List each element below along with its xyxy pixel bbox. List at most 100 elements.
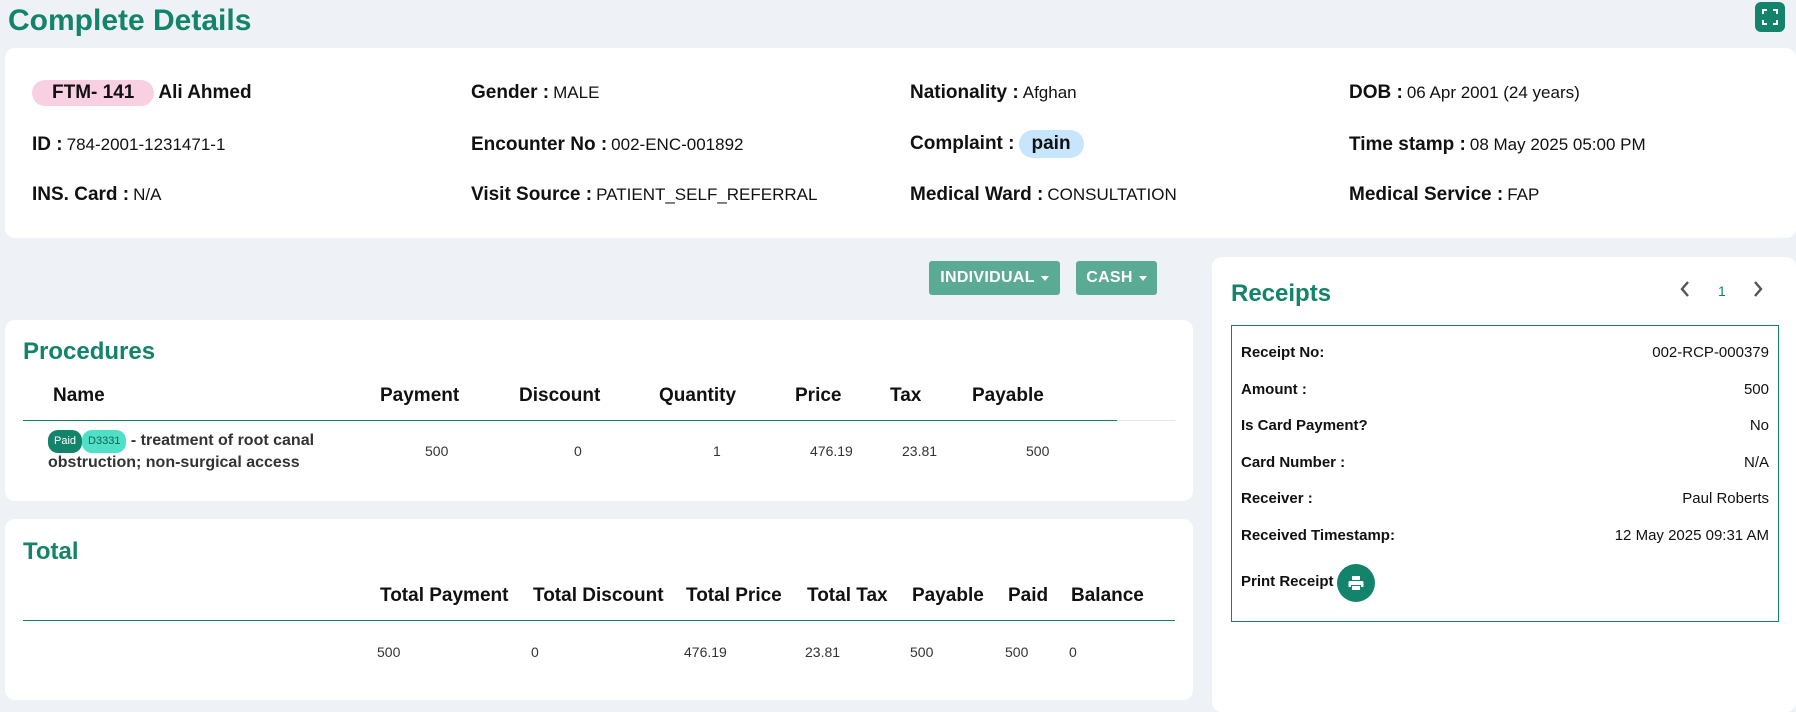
individual-dropdown-button[interactable]: INDIVIDUAL bbox=[929, 261, 1060, 295]
ins-card-label: INS. Card : bbox=[32, 184, 130, 205]
total-discount-value: 0 bbox=[531, 644, 539, 660]
patient-name: Ali Ahmed bbox=[158, 82, 252, 103]
total-balance-value: 0 bbox=[1069, 644, 1077, 660]
medical-service-field: Medical Service : FAP bbox=[1349, 184, 1539, 206]
encounter-label: Encounter No : bbox=[471, 134, 608, 155]
col-price: Price bbox=[795, 385, 842, 406]
col-total-discount: Total Discount bbox=[533, 585, 664, 606]
print-receipt-label: Print Receipt bbox=[1241, 573, 1334, 590]
total-tax-value: 23.81 bbox=[805, 644, 841, 660]
expand-button[interactable] bbox=[1755, 2, 1785, 32]
procedures-header-divider-tail bbox=[1117, 420, 1175, 421]
amount-value: 500 bbox=[1743, 381, 1769, 398]
receiver-value: Paul Roberts bbox=[1682, 490, 1769, 507]
nationality-field: Nationality : Afghan bbox=[910, 82, 1077, 104]
receipt-no-value: 002-RCP-000379 bbox=[1652, 344, 1769, 361]
visit-source-label: Visit Source : bbox=[471, 184, 593, 205]
page-header: Complete Details bbox=[0, 0, 1796, 46]
procedure-payable: 500 bbox=[1026, 443, 1050, 459]
medical-ward-value: CONSULTATION bbox=[1047, 185, 1177, 204]
total-paid-value: 500 bbox=[1005, 644, 1029, 660]
timestamp-field: Time stamp : 08 May 2025 05:00 PM bbox=[1349, 134, 1646, 156]
received-timestamp-label: Received Timestamp: bbox=[1241, 527, 1395, 544]
col-total-payable: Payable bbox=[912, 585, 984, 606]
procedure-quantity: 1 bbox=[713, 443, 721, 459]
caret-down-icon bbox=[1040, 275, 1049, 281]
procedures-title: Procedures bbox=[23, 338, 156, 365]
col-total-paid: Paid bbox=[1008, 585, 1049, 606]
col-tax: Tax bbox=[890, 385, 922, 406]
expand-icon bbox=[1762, 9, 1778, 25]
timestamp-label: Time stamp : bbox=[1349, 134, 1466, 155]
procedures-card bbox=[5, 320, 1193, 501]
card-number-value: N/A bbox=[1743, 454, 1769, 471]
col-total-payment: Total Payment bbox=[380, 585, 509, 606]
col-total-tax: Total Tax bbox=[807, 585, 888, 606]
procedure-payment: 500 bbox=[425, 443, 449, 459]
total-price-value: 476.19 bbox=[684, 644, 727, 660]
id-label: ID : bbox=[32, 134, 63, 155]
timestamp-value: 08 May 2025 05:00 PM bbox=[1469, 135, 1646, 154]
nationality-value: Afghan bbox=[1022, 83, 1077, 102]
mrn-badge: FTM- 141 bbox=[32, 80, 155, 106]
is-card-payment-label: Is Card Payment? bbox=[1241, 417, 1368, 434]
nationality-label: Nationality : bbox=[910, 82, 1019, 103]
gender-label: Gender : bbox=[471, 82, 550, 103]
cash-dropdown-button[interactable]: CASH bbox=[1076, 261, 1157, 295]
ins-card-value: N/A bbox=[133, 185, 162, 204]
gender-value: MALE bbox=[553, 83, 600, 102]
caret-down-icon bbox=[1138, 275, 1147, 281]
medical-service-label: Medical Service : bbox=[1349, 184, 1504, 205]
dob-label: DOB : bbox=[1349, 82, 1403, 103]
receipts-next-button[interactable] bbox=[1751, 280, 1765, 301]
complaint-field: Complaint : pain bbox=[910, 130, 1084, 158]
is-card-payment-value: No bbox=[1749, 417, 1769, 434]
medical-service-value: FAP bbox=[1507, 185, 1540, 204]
receiver-label: Receiver : bbox=[1241, 490, 1313, 507]
chevron-left-icon bbox=[1680, 281, 1689, 297]
col-total-balance: Balance bbox=[1071, 585, 1144, 606]
print-receipt-button[interactable] bbox=[1337, 564, 1375, 602]
card-number-label: Card Number : bbox=[1241, 454, 1346, 471]
col-discount: Discount bbox=[519, 385, 601, 406]
total-title: Total bbox=[23, 538, 79, 565]
dob-value: 06 Apr 2001 (24 years) bbox=[1406, 83, 1580, 102]
total-header-divider bbox=[23, 620, 1175, 621]
complaint-label: Complaint : bbox=[910, 133, 1015, 154]
visit-source-field: Visit Source : PATIENT_SELF_REFERRAL bbox=[471, 184, 817, 206]
col-name: Name bbox=[53, 385, 105, 406]
total-payment-value: 500 bbox=[377, 644, 401, 660]
printer-icon bbox=[1348, 576, 1364, 590]
receipts-title: Receipts bbox=[1231, 280, 1332, 307]
id-field: ID : 784-2001-1231471-1 bbox=[32, 134, 225, 156]
page-title: Complete Details bbox=[8, 4, 252, 37]
col-total-price: Total Price bbox=[686, 585, 782, 606]
patient-identity: FTM- 141 Ali Ahmed bbox=[32, 80, 252, 106]
procedure-code-badge: D3331 bbox=[82, 430, 127, 453]
complaint-badge: pain bbox=[1018, 130, 1084, 158]
paid-badge: Paid bbox=[48, 430, 83, 453]
dob-field: DOB : 06 Apr 2001 (24 years) bbox=[1349, 82, 1580, 104]
gender-field: Gender : MALE bbox=[471, 82, 599, 104]
cash-label: CASH bbox=[1086, 269, 1133, 286]
procedure-price: 476.19 bbox=[810, 443, 853, 459]
encounter-field: Encounter No : 002-ENC-001892 bbox=[471, 134, 743, 156]
col-payable: Payable bbox=[972, 385, 1044, 406]
id-value: 784-2001-1231471-1 bbox=[66, 135, 226, 154]
visit-source-value: PATIENT_SELF_REFERRAL bbox=[596, 185, 818, 204]
medical-ward-field: Medical Ward : CONSULTATION bbox=[910, 184, 1177, 206]
procedure-discount: 0 bbox=[574, 443, 582, 459]
ins-card-field: INS. Card : N/A bbox=[32, 184, 161, 206]
col-payment: Payment bbox=[380, 385, 460, 406]
encounter-value: 002-ENC-001892 bbox=[611, 135, 744, 154]
receipts-prev-button[interactable] bbox=[1678, 280, 1692, 301]
medical-ward-label: Medical Ward : bbox=[910, 184, 1044, 205]
procedure-tax: 23.81 bbox=[902, 443, 938, 459]
received-timestamp-value: 12 May 2025 09:31 AM bbox=[1614, 527, 1769, 544]
receipts-page-number: 1 bbox=[1718, 283, 1726, 299]
individual-label: INDIVIDUAL bbox=[940, 269, 1035, 286]
procedures-header-divider bbox=[23, 420, 1117, 421]
amount-label: Amount : bbox=[1241, 381, 1307, 398]
chevron-right-icon bbox=[1754, 281, 1763, 297]
receipt-no-label: Receipt No: bbox=[1241, 344, 1325, 361]
